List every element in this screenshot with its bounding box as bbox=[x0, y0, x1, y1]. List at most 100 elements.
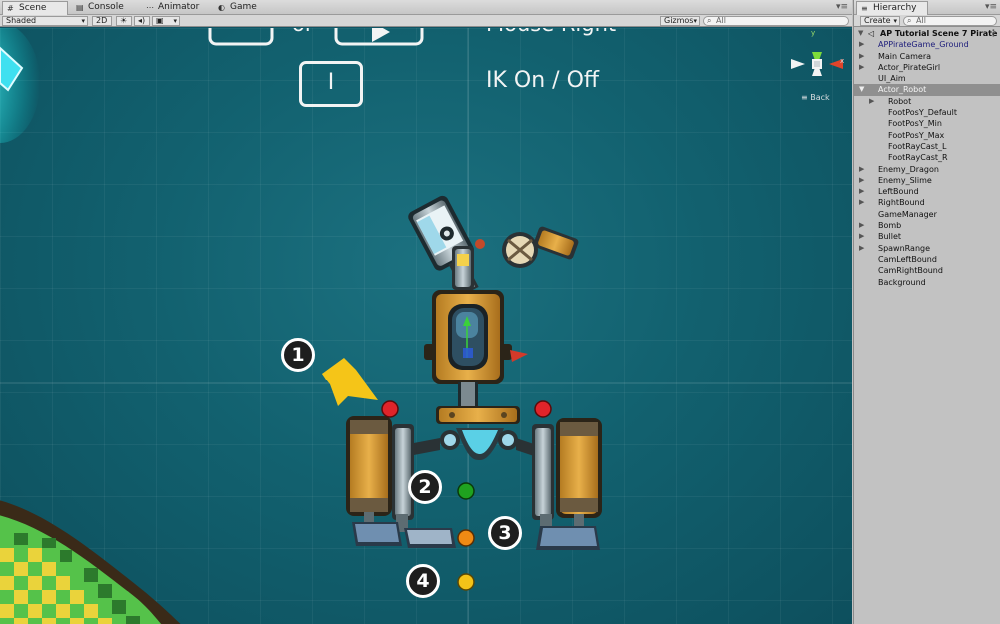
gizmos-dropdown[interactable]: Gizmos bbox=[660, 16, 700, 26]
create-dropdown[interactable]: Create bbox=[860, 16, 900, 26]
hierarchy-item[interactable]: FootPosY_Min bbox=[854, 118, 1000, 129]
hierarchy-item[interactable]: FootPosY_Max bbox=[854, 130, 1000, 141]
partial-or-text: or bbox=[292, 28, 313, 36]
hierarchy-item[interactable]: ▶ Bullet bbox=[854, 231, 1000, 242]
hierarchy-item[interactable]: GameManager bbox=[854, 209, 1000, 220]
collapsed-arrow-icon[interactable]: ▶ bbox=[859, 62, 864, 73]
audio-toggle[interactable]: ◂) bbox=[134, 16, 150, 26]
shading-mode-label: Shaded bbox=[6, 16, 37, 25]
hierarchy-item[interactable]: FootPosY_Default bbox=[854, 107, 1000, 118]
collapsed-arrow-icon[interactable]: ▶ bbox=[869, 96, 874, 107]
tab-scene[interactable]: # Scene bbox=[2, 1, 68, 15]
tab-animator[interactable]: ⋯ Animator bbox=[142, 1, 216, 15]
effects-dropdown[interactable]: ▣ bbox=[152, 16, 180, 26]
hierarchy-item[interactable]: CamRightBound bbox=[854, 265, 1000, 276]
scene-toolbar: Shaded 2D ☀ ◂) ▣ Gizmos ⌕ All bbox=[0, 15, 852, 27]
hierarchy-item[interactable]: ▶ Bomb bbox=[854, 220, 1000, 231]
hierarchy-item-label: FootRayCast_L bbox=[888, 141, 947, 151]
hierarchy-item-label: GameManager bbox=[878, 209, 937, 219]
toggle-2d-button[interactable]: 2D bbox=[92, 16, 112, 26]
collapsed-arrow-icon[interactable]: ▶ bbox=[859, 164, 864, 175]
tab-hierarchy[interactable]: ≡ Hierarchy bbox=[856, 1, 928, 15]
key-hint-caption: IK On / Off bbox=[486, 68, 600, 93]
expanded-arrow-icon[interactable]: ▼ bbox=[859, 84, 864, 95]
robot-sprite[interactable] bbox=[346, 194, 602, 550]
gizmos-label: Gizmos bbox=[664, 16, 694, 25]
hierarchy-item[interactable]: FootRayCast_L bbox=[854, 141, 1000, 152]
search-icon: ⌕ bbox=[907, 16, 912, 25]
collapsed-arrow-icon[interactable]: ▶ bbox=[859, 39, 864, 50]
scene-panel: # Scene ▤ Console ⋯ Animator ◐ Game ▾≡ S… bbox=[0, 0, 852, 624]
key-hint-box: I bbox=[299, 61, 363, 107]
scene-viewport[interactable]: or Mouse Right I IK On / Off y x ≡ Back … bbox=[0, 28, 852, 624]
hierarchy-item[interactable]: ▶ Robot bbox=[854, 96, 1000, 107]
gizmo-back-label[interactable]: ≡ Back bbox=[801, 93, 830, 102]
collapsed-arrow-icon[interactable]: ▶ bbox=[859, 186, 864, 197]
hierarchy-icon: ≡ bbox=[861, 4, 868, 13]
gizmo-back-text: Back bbox=[810, 93, 830, 102]
toggle-2d-label: 2D bbox=[96, 16, 108, 25]
image-icon: ▣ bbox=[156, 16, 164, 25]
hierarchy-item[interactable]: FootRayCast_R bbox=[854, 152, 1000, 163]
sun-icon: ☀ bbox=[120, 16, 128, 25]
unity-editor: # Scene ▤ Console ⋯ Animator ◐ Game ▾≡ S… bbox=[0, 0, 1000, 624]
play-icon bbox=[372, 28, 390, 42]
scene-root-row[interactable]: ▼ ◁ AP Tutorial Scene 7 Pirate ⋮ bbox=[854, 28, 1000, 39]
hierarchy-item-label: Bullet bbox=[878, 232, 902, 242]
game-icon: ◐ bbox=[218, 3, 225, 12]
expand-arrow-icon[interactable]: ▼ bbox=[858, 28, 863, 39]
scene-search-input[interactable]: ⌕ All bbox=[703, 16, 849, 26]
scene-options-icon[interactable]: ⋮ bbox=[989, 29, 998, 39]
hierarchy-item[interactable]: ▶ SpawnRange bbox=[854, 243, 1000, 254]
console-icon: ▤ bbox=[76, 3, 84, 12]
hierarchy-item-label: Robot bbox=[888, 96, 912, 106]
ik-target-handle-left[interactable] bbox=[381, 400, 399, 418]
hierarchy-search-input[interactable]: ⌕ All bbox=[903, 16, 997, 26]
hierarchy-item[interactable]: UI_Aim bbox=[854, 73, 1000, 84]
hierarchy-item-label: LeftBound bbox=[878, 187, 919, 197]
tab-console[interactable]: ▤ Console bbox=[72, 1, 144, 15]
hierarchy-item-label: APPirateGame_Ground bbox=[878, 40, 969, 50]
collapsed-arrow-icon[interactable]: ▶ bbox=[859, 243, 864, 254]
foot-pos-max-handle[interactable] bbox=[457, 573, 475, 591]
hierarchy-item[interactable]: ▶ Main Camera bbox=[854, 51, 1000, 62]
foot-pos-min-handle[interactable] bbox=[457, 529, 475, 547]
hierarchy-item[interactable]: Background bbox=[854, 277, 1000, 288]
key-box-partial-left bbox=[208, 28, 274, 46]
hierarchy-item[interactable]: ▼ Actor_Robot bbox=[854, 84, 1000, 96]
create-label: Create bbox=[864, 16, 891, 25]
tab-hierarchy-label: Hierarchy bbox=[873, 3, 917, 13]
hierarchy-item-label: Enemy_Slime bbox=[878, 175, 932, 185]
hierarchy-item-label: Bomb bbox=[878, 221, 902, 231]
collapsed-arrow-icon[interactable]: ▶ bbox=[859, 231, 864, 242]
collapsed-arrow-icon[interactable]: ▶ bbox=[859, 51, 864, 62]
hierarchy-item[interactable]: ▶ Actor_PirateGirl bbox=[854, 62, 1000, 73]
hierarchy-item[interactable]: ▶ Enemy_Slime bbox=[854, 175, 1000, 186]
scene-orientation-gizmo[interactable] bbox=[791, 52, 843, 76]
hierarchy-item[interactable]: ▶ Enemy_Dragon bbox=[854, 164, 1000, 175]
hierarchy-tree: ▼ ◁ AP Tutorial Scene 7 Pirate ⋮ ▶ APPira… bbox=[854, 28, 1000, 288]
collapsed-arrow-icon[interactable]: ▶ bbox=[859, 220, 864, 231]
hierarchy-item-label: CamRightBound bbox=[878, 266, 943, 276]
collapsed-arrow-icon[interactable]: ▶ bbox=[859, 175, 864, 186]
hierarchy-item-label: Main Camera bbox=[878, 51, 932, 61]
checkered-ground bbox=[0, 500, 181, 624]
hierarchy-item[interactable]: ▶ APPirateGame_Ground bbox=[854, 39, 1000, 50]
lighting-toggle[interactable]: ☀ bbox=[116, 16, 132, 26]
hierarchy-item[interactable]: ▶ RightBound bbox=[854, 197, 1000, 208]
hierarchy-item[interactable]: ▶ LeftBound bbox=[854, 186, 1000, 197]
tab-animator-label: Animator bbox=[158, 2, 200, 12]
ik-target-handle-right[interactable] bbox=[534, 400, 552, 418]
collapsed-arrow-icon[interactable]: ▶ bbox=[859, 197, 864, 208]
tab-game[interactable]: ◐ Game bbox=[214, 1, 274, 15]
callout-1: 1 bbox=[281, 338, 315, 372]
callout-3: 3 bbox=[488, 516, 522, 550]
shading-mode-dropdown[interactable]: Shaded bbox=[2, 16, 88, 26]
hierarchy-item[interactable]: CamLeftBound bbox=[854, 254, 1000, 265]
panel-menu-icon[interactable]: ▾≡ bbox=[836, 2, 848, 12]
foot-pos-default-handle[interactable] bbox=[457, 482, 475, 500]
partial-caption-top: Mouse Right bbox=[486, 28, 616, 36]
menu-lines-icon: ≡ bbox=[801, 93, 811, 102]
hierarchy-item-label: Actor_Robot bbox=[878, 85, 927, 95]
hierarchy-menu-icon[interactable]: ▾≡ bbox=[985, 2, 997, 12]
